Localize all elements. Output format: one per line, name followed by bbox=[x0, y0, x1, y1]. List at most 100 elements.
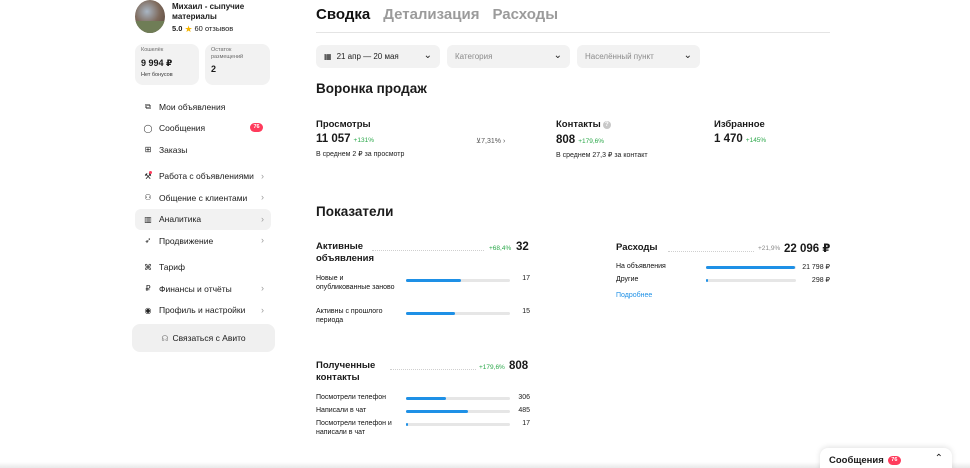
messages-widget-badge: 76 bbox=[887, 455, 901, 465]
chevron-down-icon: ⌄ bbox=[553, 50, 562, 61]
category-select[interactable]: Категория ⌄ bbox=[447, 45, 570, 68]
city-placeholder: Населённый пункт bbox=[585, 52, 654, 61]
contact-avito-button[interactable]: ☊ Связаться с Авито bbox=[132, 324, 275, 352]
city-select[interactable]: Населённый пункт ⌄ bbox=[577, 45, 700, 68]
reviews-count: 60 отзывов bbox=[194, 24, 234, 33]
sidebar-item-label: Работа с объявлениями bbox=[159, 171, 254, 182]
contacts-received-value: 808 bbox=[509, 360, 529, 372]
sidebar-item-tariff[interactable]: ⌘ Тариф bbox=[135, 257, 271, 279]
calendar-icon: ▦ bbox=[324, 52, 332, 61]
sidebar-item-analytics[interactable]: ▥ Аналитика › bbox=[135, 208, 271, 230]
funnel-title: Воронка продаж bbox=[316, 81, 427, 96]
views-title: Просмотры bbox=[316, 119, 371, 130]
contacts-title: Контакты? bbox=[556, 119, 611, 130]
views-pct: +131% bbox=[353, 137, 374, 144]
messages-widget-label: Сообщения bbox=[829, 454, 884, 466]
wallet-value: 9 994 ₽ bbox=[141, 57, 173, 68]
sidebar-item-label: Тариф bbox=[159, 262, 186, 273]
chevron-right-icon: › bbox=[261, 170, 264, 181]
rocket-icon: ➶ bbox=[144, 236, 152, 246]
sidebar-item-clients[interactable]: ⚇ Общение с клиентами › bbox=[135, 187, 271, 209]
tab-details[interactable]: Детализация bbox=[383, 6, 479, 23]
active-ads-row-new-bar bbox=[406, 279, 510, 282]
bar-fill bbox=[406, 279, 462, 282]
chevron-down-icon: ⌄ bbox=[423, 50, 432, 61]
expenses-title: Расходы bbox=[616, 242, 658, 253]
cart-icon: ⊞ bbox=[144, 145, 152, 155]
sidebar-item-label: Сообщения bbox=[159, 123, 206, 134]
tag-icon: ⌘ bbox=[144, 262, 152, 272]
help-icon[interactable]: ? bbox=[602, 121, 611, 129]
rating-score: 5.0 bbox=[172, 24, 183, 33]
contacts-row-phone-value: 306 bbox=[518, 394, 530, 401]
contacts-value: 808 bbox=[556, 134, 576, 146]
tabs-divider bbox=[316, 32, 830, 33]
profile-name[interactable]: Михаил - сыпучие материалы bbox=[172, 2, 277, 21]
placements-card[interactable]: Остаток размещений 2 bbox=[205, 44, 270, 85]
tabs: Сводка Детализация Расходы bbox=[316, 6, 558, 23]
rating[interactable]: 5.0 ★ 60 отзывов bbox=[172, 24, 233, 33]
chevron-down-icon: ⌄ bbox=[683, 50, 692, 61]
chevron-up-icon[interactable]: ⌃ bbox=[935, 453, 943, 464]
messages-badge: 76 bbox=[250, 122, 264, 132]
bar-fill bbox=[406, 423, 409, 426]
contacts-note: В среднем 27,3 ₽ за контакт bbox=[556, 152, 648, 159]
sidebar-item-label: Финансы и отчёты bbox=[159, 283, 232, 294]
copy-icon: ⧉ bbox=[145, 101, 151, 111]
sidebar-item-label: Профиль и настройки bbox=[159, 305, 246, 316]
date-range-value: 21 апр — 20 мая bbox=[336, 52, 399, 61]
expenses-row-other-label: Другие bbox=[616, 276, 639, 283]
chevron-right-icon: › bbox=[261, 304, 264, 315]
contacts-row-chat-value: 485 bbox=[518, 407, 530, 414]
sidebar-item-promotion[interactable]: ➶ Продвижение › bbox=[135, 230, 271, 252]
sidebar-item-finance[interactable]: ₽ Финансы и отчёты › bbox=[135, 278, 271, 300]
favorites-pct: +145% bbox=[745, 137, 767, 144]
bar-fill bbox=[406, 410, 469, 413]
sidebar-item-label: Заказы bbox=[159, 144, 188, 155]
bar-fill bbox=[406, 397, 446, 400]
sidebar-item-messages[interactable]: ◯ Сообщения 76 bbox=[135, 118, 271, 140]
wallet-bonus: Нет бонусов bbox=[141, 71, 173, 78]
active-ads-row-new-value: 17 bbox=[522, 275, 530, 282]
views-note: В среднем 2 ₽ за просмотр bbox=[316, 151, 405, 158]
dotted-leader bbox=[372, 250, 484, 251]
expenses-more-link[interactable]: Подробнее bbox=[616, 292, 652, 299]
conversion-views-contacts[interactable]: ⊻7,31% › bbox=[476, 137, 505, 145]
sidebar-item-profile[interactable]: ◉ Профиль и настройки › bbox=[135, 300, 271, 322]
sidebar-nav: ⧉ Мои объявления ◯ Сообщения 76 ⊞ Заказы… bbox=[135, 96, 271, 321]
sidebar-item-label: Общение с клиентами bbox=[159, 192, 248, 203]
favorites-title: Избранное bbox=[714, 119, 765, 130]
sidebar-item-my-ads[interactable]: ⧉ Мои объявления bbox=[135, 96, 271, 118]
tab-summary[interactable]: Сводка bbox=[316, 6, 370, 23]
contact-avito-label: Связаться с Авито bbox=[172, 333, 246, 343]
placements-label: Остаток размещений bbox=[211, 47, 244, 60]
contacts-received-pct: +179,6% bbox=[479, 364, 505, 371]
bar-fill bbox=[706, 266, 796, 269]
contacts-row-phone-label: Посмотрели телефон bbox=[316, 394, 386, 401]
star-icon: ★ bbox=[184, 23, 193, 34]
chevron-right-icon: › bbox=[261, 235, 264, 245]
sidebar-item-orders[interactable]: ⊞ Заказы bbox=[135, 139, 271, 161]
messages-widget[interactable]: Сообщения 76 ⌃ bbox=[820, 448, 952, 468]
wallet-card[interactable]: Кошелёк 9 994 ₽ Нет бонусов bbox=[135, 44, 199, 85]
profile-header[interactable]: Михаил - сыпучие материалы 5.0 ★ 60 отзы… bbox=[135, 0, 280, 36]
active-ads-title: Активные объявления bbox=[316, 241, 375, 264]
active-ads-pct: +68,4% bbox=[489, 245, 512, 252]
account-cards: Кошелёк 9 994 ₽ Нет бонусов Остаток разм… bbox=[135, 44, 270, 85]
wallet-label: Кошелёк bbox=[141, 47, 164, 53]
dotted-leader bbox=[390, 369, 476, 370]
filters: ▦ 21 апр — 20 мая ⌄ Категория ⌄ Населённ… bbox=[316, 45, 700, 68]
tab-expenses[interactable]: Расходы bbox=[492, 6, 558, 23]
favorites-value: 1 470 bbox=[714, 133, 743, 145]
sidebar-item-ads-work[interactable]: ⚒ Работа с объявлениями › bbox=[135, 166, 271, 188]
date-range-select[interactable]: ▦ 21 апр — 20 мая ⌄ bbox=[316, 45, 440, 68]
expenses-value: 22 096 ₽ bbox=[784, 243, 831, 255]
expenses-row-ads-label: На объявления bbox=[616, 263, 666, 270]
chevron-right-icon: › bbox=[261, 192, 264, 202]
avatar[interactable] bbox=[135, 0, 165, 33]
sidebar-item-label: Мои объявления bbox=[159, 101, 226, 112]
views-value: 11 057 bbox=[316, 133, 351, 145]
favorites-value-row: 1 470 +145% bbox=[714, 133, 766, 145]
bar-chart-icon: ▥ bbox=[144, 214, 152, 224]
contacts-received-title: Полученные контакты bbox=[316, 360, 376, 383]
